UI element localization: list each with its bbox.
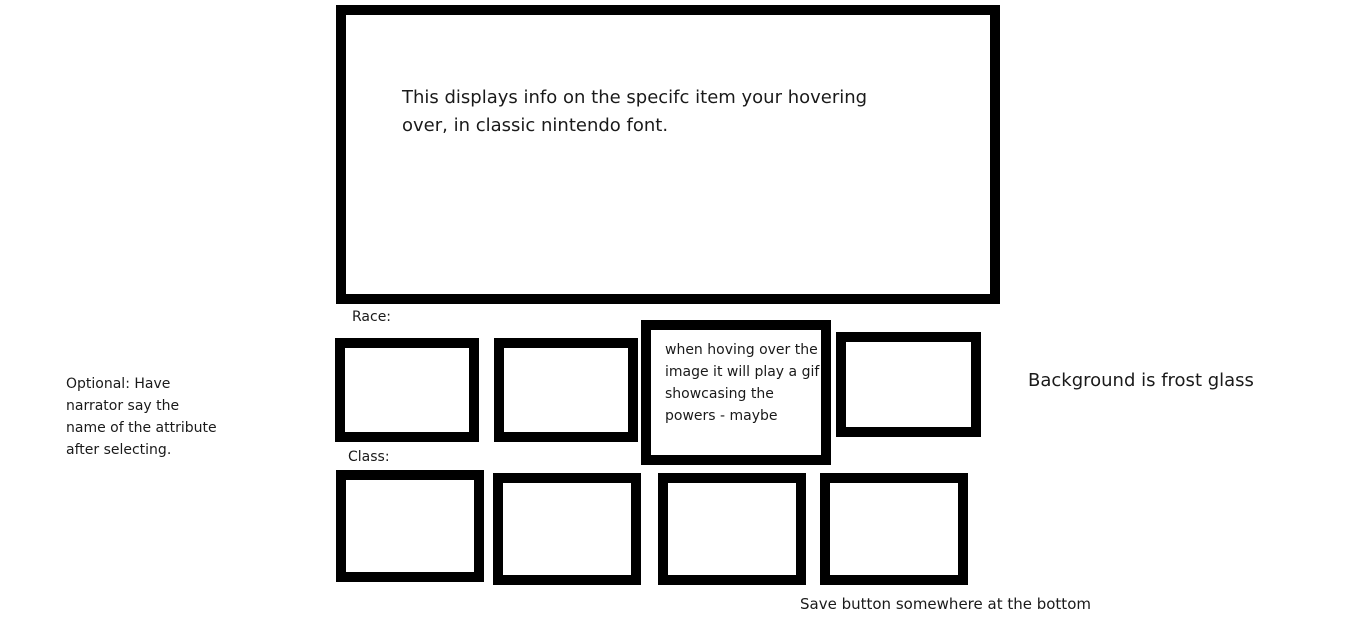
save-button-note: Save button somewhere at the bottom <box>800 595 1091 613</box>
item-info-panel <box>336 5 1000 304</box>
race-tile-1[interactable] <box>335 338 479 442</box>
class-tile-3[interactable] <box>658 473 806 585</box>
class-tile-4[interactable] <box>820 473 968 585</box>
item-info-text: This displays info on the specifc item y… <box>402 87 868 136</box>
race-tile-hover-note: when hoving over the image it will play … <box>665 342 820 424</box>
background-note: Background is frost glass <box>1028 370 1254 391</box>
race-label: Race: <box>352 309 392 325</box>
narrator-note: Optional: Have narrator say the name of … <box>66 376 217 458</box>
class-tile-1[interactable] <box>336 470 484 582</box>
race-tile-4[interactable] <box>836 332 981 437</box>
class-label: Class: <box>348 449 390 465</box>
race-tile-2[interactable] <box>494 338 638 442</box>
class-tile-2[interactable] <box>493 473 641 585</box>
